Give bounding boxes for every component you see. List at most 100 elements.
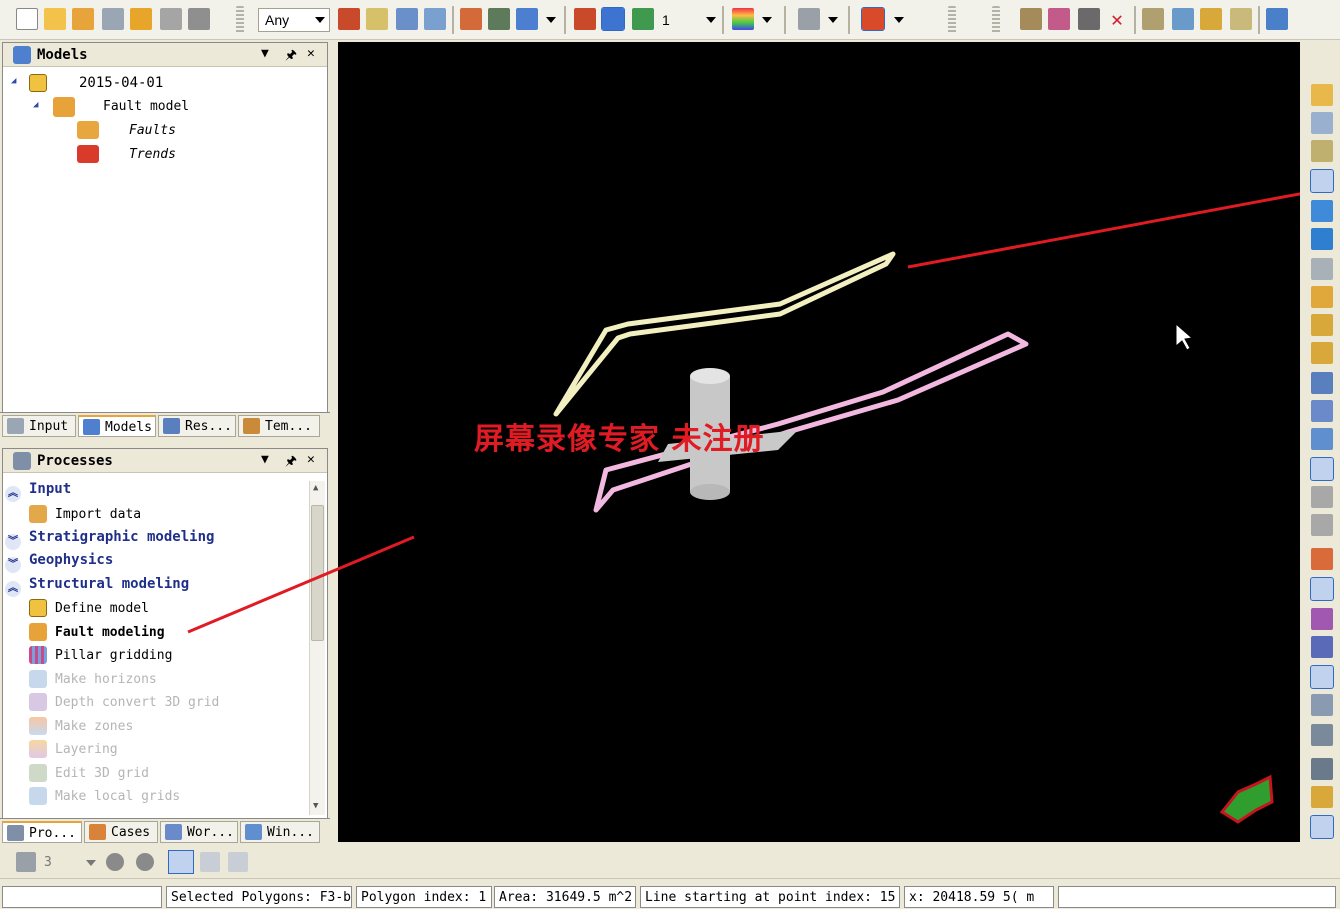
target-icon[interactable] xyxy=(574,8,596,30)
toolbar-grip[interactable] xyxy=(948,6,956,34)
house-tree-icon[interactable] xyxy=(338,8,360,30)
move-icon[interactable] xyxy=(1311,758,1333,780)
pin-icon[interactable]: 🖈 xyxy=(285,452,297,474)
collapse-icon[interactable]: ︽ xyxy=(5,581,21,597)
pillar-type-icon[interactable] xyxy=(16,852,36,872)
save-as-icon[interactable] xyxy=(160,8,182,30)
tab-templates[interactable]: Tem... xyxy=(238,415,320,437)
chevron-down-icon[interactable] xyxy=(894,17,904,23)
close-icon[interactable]: ✕ xyxy=(307,452,315,467)
window-icon[interactable] xyxy=(424,8,446,30)
import-icon[interactable] xyxy=(102,8,124,30)
hand-pan-icon[interactable] xyxy=(1311,84,1333,106)
scroll-up-icon[interactable]: ▲ xyxy=(313,483,318,493)
open-project-icon[interactable] xyxy=(72,8,94,30)
filter-combo[interactable]: Any xyxy=(258,8,330,32)
polygon-join-icon[interactable] xyxy=(1311,514,1333,536)
close-icon[interactable]: ✕ xyxy=(307,46,315,61)
expand-icon[interactable]: ︾ xyxy=(5,557,21,573)
draw-line-icon[interactable] xyxy=(1311,372,1333,394)
node-edit-icon[interactable] xyxy=(1311,400,1333,422)
home-view-icon[interactable] xyxy=(460,8,482,30)
pick-icon[interactable] xyxy=(396,8,418,30)
edit-icon[interactable] xyxy=(366,8,388,30)
polygon-tool-icon[interactable] xyxy=(1310,457,1334,481)
collapse-icon[interactable]: ︽ xyxy=(5,486,21,502)
chevron-down-icon[interactable]: ▼ xyxy=(261,46,269,61)
edit-polygon-icon[interactable] xyxy=(1020,8,1042,30)
tab-cases[interactable]: Cases xyxy=(84,821,158,843)
palette-icon[interactable] xyxy=(732,8,754,30)
scroll-down-icon[interactable]: ▼ xyxy=(313,801,318,811)
chevron-down-icon[interactable] xyxy=(706,17,716,23)
pillar-split-icon[interactable] xyxy=(1311,608,1333,630)
zoom-icon[interactable] xyxy=(1311,112,1333,134)
toolbar-grip[interactable] xyxy=(236,6,244,34)
surface-mesh-icon[interactable] xyxy=(1311,724,1333,746)
collapse-arrow-icon[interactable]: ◢ xyxy=(11,76,16,86)
axis-icon[interactable] xyxy=(798,8,820,30)
processes-scrollbar[interactable]: ▲ ▼ xyxy=(309,481,325,815)
polygon-edit-icon[interactable] xyxy=(1311,486,1333,508)
3d-viewport[interactable]: 屏幕录像专家 未注册 xyxy=(338,42,1311,842)
trend-icon[interactable] xyxy=(1311,694,1333,716)
add-point-icon[interactable] xyxy=(1200,8,1222,30)
export-icon[interactable] xyxy=(1266,8,1288,30)
chevron-down-icon[interactable] xyxy=(546,17,556,23)
pillar-tool-icon[interactable] xyxy=(1311,258,1333,280)
expand-icon[interactable]: ︾ xyxy=(5,534,21,550)
group-input[interactable]: ︽ Input xyxy=(5,481,71,503)
pen-icon[interactable] xyxy=(861,7,885,31)
pillar-shape-3-icon[interactable] xyxy=(228,852,248,872)
rotate-icon[interactable] xyxy=(1311,786,1333,808)
box-select-icon[interactable] xyxy=(601,7,625,31)
group-structural-modeling[interactable]: ︽ Structural modeling xyxy=(5,576,189,598)
globe-icon[interactable] xyxy=(632,8,654,30)
chevron-down-icon[interactable] xyxy=(762,17,772,23)
pin-icon[interactable]: 🖈 xyxy=(285,46,297,68)
toolbar-grip[interactable] xyxy=(992,6,1000,34)
eye-icon[interactable] xyxy=(488,8,510,30)
check-icon[interactable] xyxy=(1048,8,1070,30)
select-fault-icon[interactable] xyxy=(1311,228,1333,250)
new-file-icon[interactable] xyxy=(16,8,38,30)
scissors-icon[interactable] xyxy=(1311,428,1333,450)
close-icon[interactable]: ✕ xyxy=(1106,8,1128,30)
cancel-circle-icon[interactable] xyxy=(136,853,154,871)
pillar-shape-1-icon[interactable] xyxy=(168,850,194,874)
select-pointer-icon[interactable] xyxy=(1310,169,1334,193)
measure-icon[interactable] xyxy=(1311,140,1333,162)
tab-models[interactable]: Models xyxy=(78,415,156,437)
chevron-down-icon[interactable] xyxy=(86,860,96,866)
scroll-thumb[interactable] xyxy=(311,505,324,641)
chevron-down-icon[interactable]: ▼ xyxy=(261,452,269,467)
tab-workflows[interactable]: Wor... xyxy=(160,821,238,843)
open-folder-icon[interactable] xyxy=(44,8,66,30)
tab-input[interactable]: Input xyxy=(2,415,76,437)
undo-icon[interactable] xyxy=(1078,8,1100,30)
cube-view-icon[interactable] xyxy=(516,8,538,30)
save-icon[interactable] xyxy=(130,8,152,30)
tab-results[interactable]: Res... xyxy=(158,415,236,437)
north-arrow[interactable] xyxy=(1219,774,1274,824)
group-geophysics[interactable]: ︾ Geophysics xyxy=(5,552,113,574)
point-tool-icon[interactable] xyxy=(1311,286,1333,308)
cut-icon[interactable] xyxy=(1142,8,1164,30)
remove-point-icon[interactable] xyxy=(1230,8,1252,30)
tab-windows[interactable]: Win... xyxy=(240,821,320,843)
chevron-down-icon[interactable] xyxy=(828,17,838,23)
point-tool-2-icon[interactable] xyxy=(1311,342,1333,364)
vertical-pillar-icon[interactable] xyxy=(1311,548,1333,570)
pillar-surface-icon[interactable] xyxy=(1310,665,1334,689)
point-tool-1-icon[interactable] xyxy=(1311,314,1333,336)
pillar-link-icon[interactable] xyxy=(1310,577,1334,601)
select-surface-icon[interactable] xyxy=(1311,200,1333,222)
fit-view-icon[interactable] xyxy=(1310,815,1334,839)
pillar-connect-icon[interactable] xyxy=(1311,636,1333,658)
print-icon[interactable] xyxy=(188,8,210,30)
paste-icon[interactable] xyxy=(1172,8,1194,30)
cancel-circle-icon[interactable] xyxy=(106,853,124,871)
group-stratigraphic-modeling[interactable]: ︾ Stratigraphic modeling xyxy=(5,529,214,551)
collapse-arrow-icon[interactable]: ◢ xyxy=(33,100,38,110)
tab-processes[interactable]: Pro... xyxy=(2,821,82,843)
